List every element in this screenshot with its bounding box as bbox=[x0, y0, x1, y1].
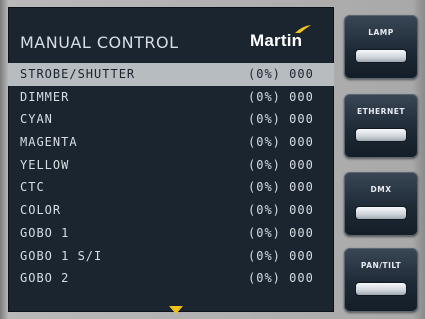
button-bar-icon bbox=[356, 283, 406, 295]
channel-label: DIMMER bbox=[20, 89, 70, 104]
channel-value: (0%) 000 bbox=[248, 225, 314, 240]
brand-logo: Martin bbox=[250, 22, 320, 56]
martin-swoosh-icon bbox=[295, 25, 311, 33]
brand-logo-text: Martin bbox=[250, 31, 303, 50]
ethernet-button[interactable]: ETHERNET bbox=[344, 94, 418, 158]
channel-list: STROBE/SHUTTER (0%) 000 DIMMER (0%) 000 … bbox=[8, 63, 334, 290]
button-bar-icon bbox=[356, 207, 406, 219]
channel-label: GOBO 1 S/I bbox=[20, 248, 103, 263]
channel-label: STROBE/SHUTTER bbox=[20, 67, 136, 81]
scroll-down-arrow-icon[interactable] bbox=[169, 306, 183, 314]
channel-value: (0%) 000 bbox=[248, 271, 314, 286]
button-bar-icon bbox=[356, 129, 406, 141]
channel-label: GOBO 1 bbox=[20, 225, 70, 240]
pan-tilt-button[interactable]: PAN/TILT bbox=[344, 248, 418, 312]
button-bar-icon bbox=[356, 50, 406, 62]
list-item[interactable]: GOBO 2 (0%) 000 bbox=[8, 267, 334, 290]
channel-label: COLOR bbox=[20, 203, 62, 218]
list-item[interactable]: COLOR (0%) 000 bbox=[8, 199, 334, 222]
channel-value: (0%) 000 bbox=[248, 135, 314, 150]
lamp-button[interactable]: LAMP bbox=[344, 15, 418, 79]
page-title: MANUAL CONTROL bbox=[20, 33, 179, 52]
list-item[interactable]: MAGENTA (0%) 000 bbox=[8, 131, 334, 154]
channel-value: (0%) 000 bbox=[248, 180, 314, 195]
channel-value: (0%) 000 bbox=[248, 112, 314, 127]
ethernet-button-label: ETHERNET bbox=[357, 107, 405, 116]
channel-value: (0%) 000 bbox=[248, 89, 314, 104]
list-item[interactable]: GOBO 1 (0%) 000 bbox=[8, 222, 334, 245]
channel-label: CTC bbox=[20, 180, 45, 195]
channel-label: GOBO 2 bbox=[20, 271, 70, 286]
channel-value: (0%) 000 bbox=[248, 248, 314, 263]
list-item[interactable]: YELLOW (0%) 000 bbox=[8, 154, 334, 177]
list-item[interactable]: CTC (0%) 000 bbox=[8, 176, 334, 199]
dmx-button[interactable]: DMX bbox=[344, 172, 418, 236]
dmx-button-label: DMX bbox=[370, 185, 392, 194]
channel-label: CYAN bbox=[20, 112, 53, 127]
channel-value: (0%) 000 bbox=[248, 67, 314, 81]
channel-value: (0%) 000 bbox=[248, 157, 314, 172]
device-bezel: MANUAL CONTROL Martin STROBE/SHUTTER (0%… bbox=[0, 0, 425, 319]
channel-label: YELLOW bbox=[20, 157, 70, 172]
channel-label: MAGENTA bbox=[20, 135, 78, 150]
list-item[interactable]: GOBO 1 S/I (0%) 000 bbox=[8, 245, 334, 268]
pan-tilt-button-label: PAN/TILT bbox=[360, 261, 402, 270]
channel-value: (0%) 000 bbox=[248, 203, 314, 218]
list-item[interactable]: CYAN (0%) 000 bbox=[8, 108, 334, 131]
lcd-screen: MANUAL CONTROL Martin STROBE/SHUTTER (0%… bbox=[8, 7, 334, 312]
list-item[interactable]: DIMMER (0%) 000 bbox=[8, 86, 334, 109]
lamp-button-label: LAMP bbox=[368, 28, 394, 37]
list-item[interactable]: STROBE/SHUTTER (0%) 000 bbox=[8, 63, 334, 86]
